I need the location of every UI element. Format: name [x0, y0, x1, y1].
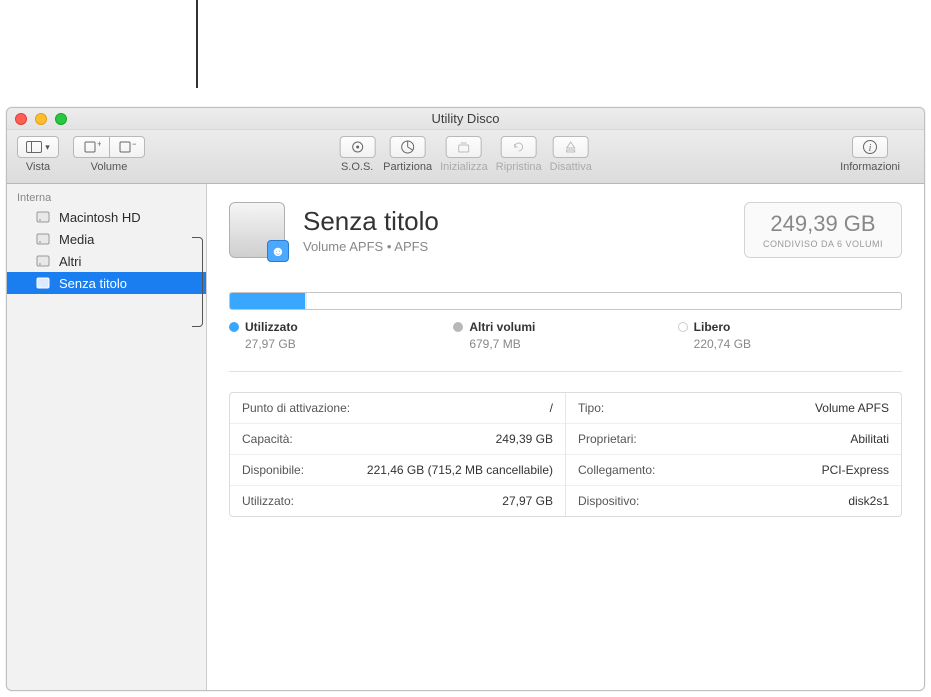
legend-dot-other — [453, 322, 463, 332]
divider — [229, 371, 902, 372]
svg-text:−: − — [132, 140, 136, 149]
sidebar: Interna Macintosh HD Media Altri Senza t… — [7, 184, 207, 690]
legend-used-value: 27,97 GB — [245, 337, 453, 351]
disk-icon — [35, 231, 51, 247]
info-button[interactable]: i — [852, 136, 888, 158]
window-title: Utility Disco — [7, 111, 924, 126]
disk-utility-window: Utility Disco ▾ Vista + − Volume — [6, 107, 925, 691]
detail-row: Tipo:Volume APFS — [566, 393, 901, 424]
unmount-label: Disattiva — [550, 161, 592, 173]
disk-icon — [35, 275, 51, 291]
volume-minus-icon: − — [118, 140, 136, 154]
detail-row: Disponibile:221,46 GB (715,2 MB cancella… — [230, 455, 565, 486]
sidebar-item-label: Macintosh HD — [59, 210, 141, 225]
partition-button[interactable] — [390, 136, 426, 158]
sos-label: S.O.S. — [341, 161, 373, 173]
unmount-button — [553, 136, 589, 158]
volume-add-button[interactable]: + — [73, 136, 109, 158]
usage-bar-other — [305, 293, 307, 309]
volume-subtitle: Volume APFS • APFS — [303, 239, 439, 254]
legend-used-label: Utilizzato — [245, 320, 298, 334]
volume-label: Volume — [91, 161, 128, 173]
legend-dot-free — [678, 322, 688, 332]
finder-badge-icon: ☻ — [267, 240, 289, 262]
capacity-box: 249,39 GB CONDIVISO DA 6 VOLUMI — [744, 202, 902, 258]
titlebar: Utility Disco — [7, 108, 924, 130]
sidebar-item-label: Altri — [59, 254, 81, 269]
svg-text:+: + — [97, 140, 101, 149]
capacity-shared-note: CONDIVISO DA 6 VOLUMI — [763, 239, 883, 249]
main-content: ☻ Senza titolo Volume APFS • APFS 249,39… — [207, 184, 924, 690]
pie-icon — [400, 139, 416, 155]
legend-free-label: Libero — [694, 320, 731, 334]
callout-bracket — [185, 237, 203, 327]
svg-text:i: i — [869, 143, 872, 154]
toolbar: ▾ Vista + − Volume S.O.S. — [7, 130, 924, 184]
volume-remove-button[interactable]: − — [109, 136, 145, 158]
sidebar-section-internal: Interna — [7, 190, 206, 206]
sidebar-item-label: Senza titolo — [59, 276, 127, 291]
legend-free-value: 220,74 GB — [694, 337, 902, 351]
erase-icon — [456, 139, 472, 155]
restore-button — [501, 136, 537, 158]
info-icon: i — [862, 139, 878, 155]
chevron-down-icon: ▾ — [45, 142, 50, 153]
capacity-value: 249,39 GB — [763, 211, 883, 237]
details-table: Punto di attivazione:/ Capacità:249,39 G… — [229, 392, 902, 517]
disk-icon — [35, 253, 51, 269]
detail-row: Collegamento:PCI-Express — [566, 455, 901, 486]
sidebar-item-altri[interactable]: Altri — [7, 250, 206, 272]
legend-dot-used — [229, 322, 239, 332]
sidebar-item-media[interactable]: Media — [7, 228, 206, 250]
legend-other-label: Altri volumi — [469, 320, 535, 334]
view-button[interactable]: ▾ — [17, 136, 59, 158]
usage-bar — [229, 292, 902, 310]
info-label: Informazioni — [840, 161, 900, 173]
restore-label: Ripristina — [496, 161, 542, 173]
sidebar-item-label: Media — [59, 232, 94, 247]
sos-button[interactable] — [339, 136, 375, 158]
volume-plus-icon: + — [83, 140, 101, 154]
callout-pointer — [196, 0, 198, 88]
detail-row: Dispositivo:disk2s1 — [566, 486, 901, 516]
detail-row: Punto di attivazione:/ — [230, 393, 565, 424]
view-label: Vista — [26, 161, 50, 173]
partition-label: Partiziona — [383, 161, 432, 173]
volume-icon: ☻ — [229, 202, 285, 258]
legend-other-value: 679,7 MB — [469, 337, 677, 351]
detail-row: Utilizzato:27,97 GB — [230, 486, 565, 516]
detail-row: Capacità:249,39 GB — [230, 424, 565, 455]
erase-label: Inizializza — [440, 161, 488, 173]
disk-icon — [35, 209, 51, 225]
usage-bar-used — [230, 293, 305, 309]
sidebar-item-macintosh-hd[interactable]: Macintosh HD — [7, 206, 206, 228]
sidebar-icon — [26, 141, 42, 153]
volume-name: Senza titolo — [303, 206, 439, 237]
erase-button — [446, 136, 482, 158]
eject-icon — [563, 139, 579, 155]
detail-row: Proprietari:Abilitati — [566, 424, 901, 455]
sidebar-item-senza-titolo[interactable]: Senza titolo — [7, 272, 206, 294]
restore-icon — [511, 139, 527, 155]
stethoscope-icon — [349, 139, 365, 155]
